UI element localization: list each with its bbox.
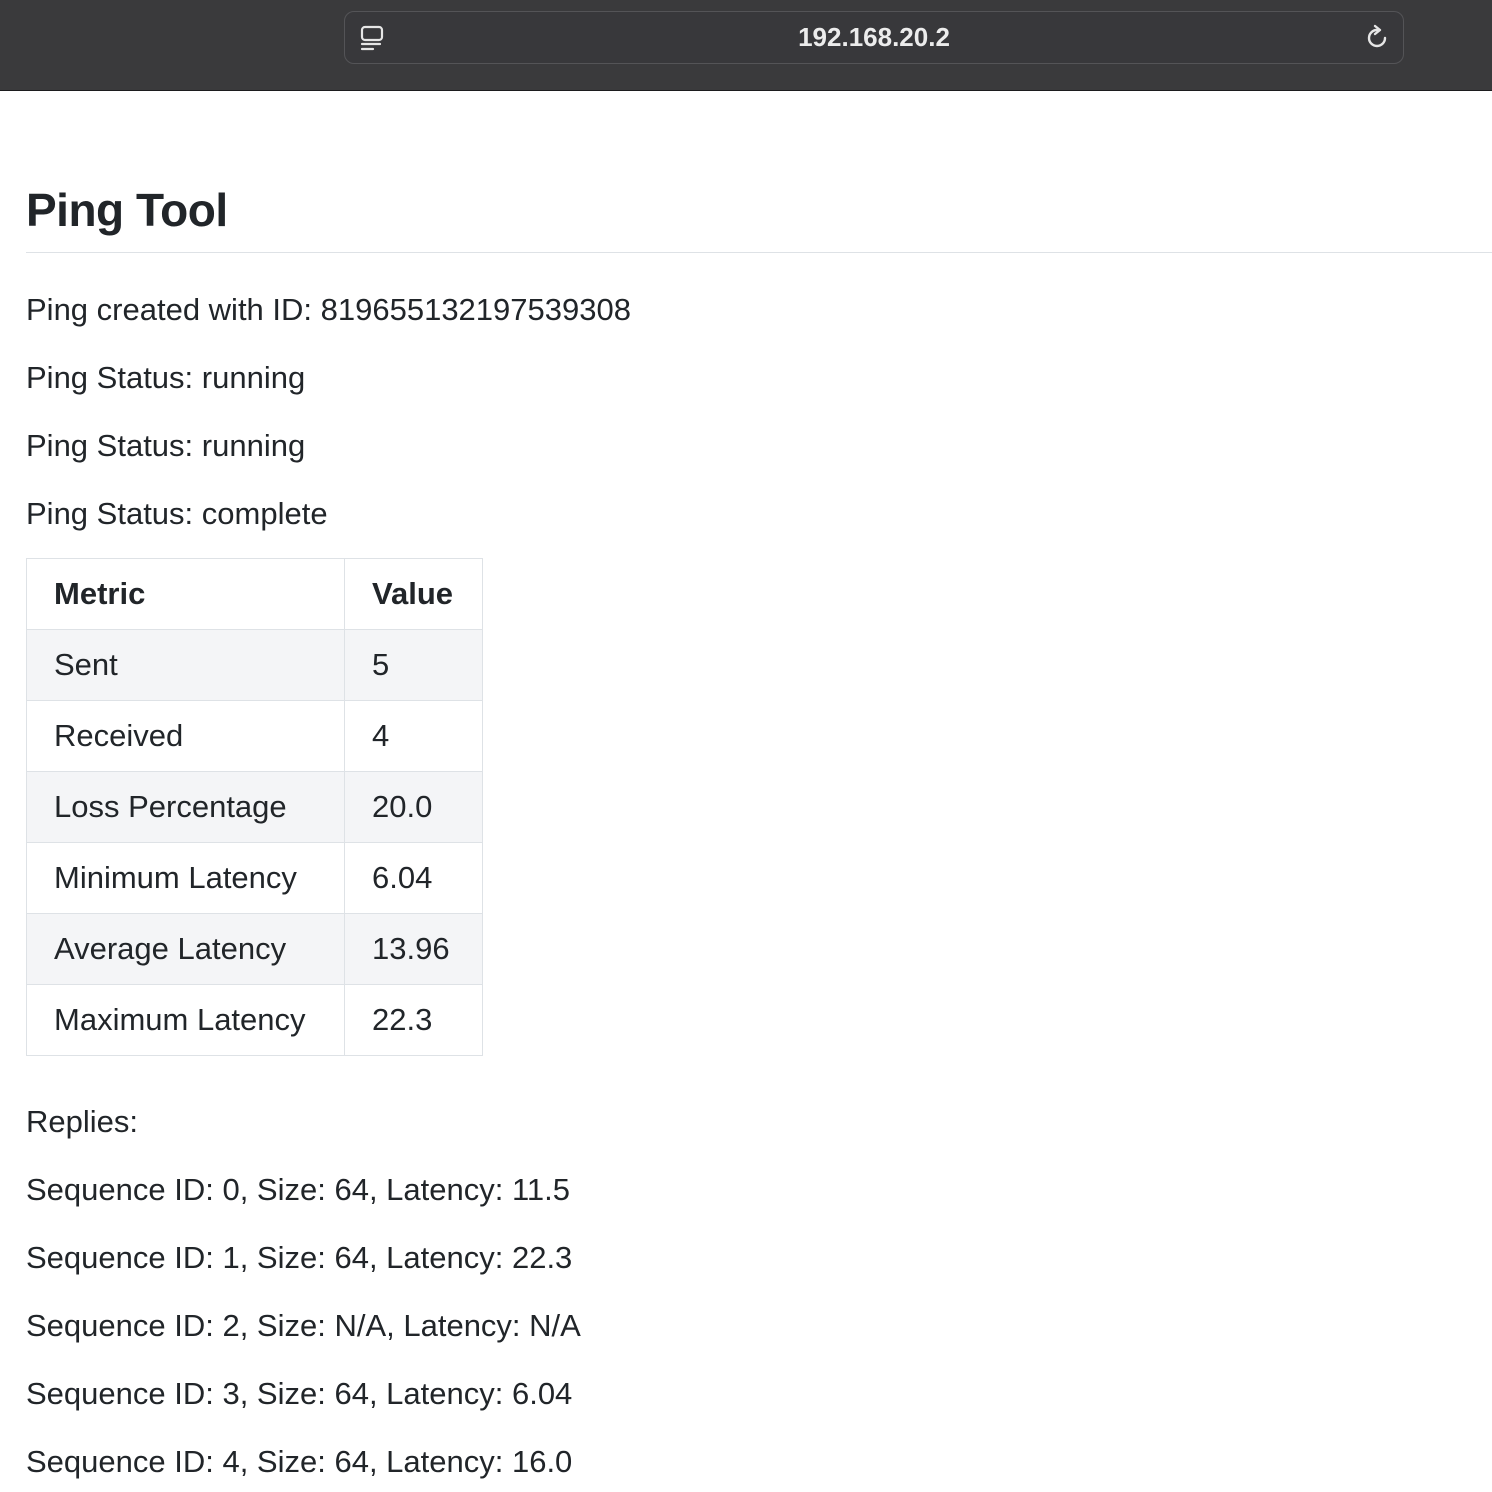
address-bar[interactable]: 192.168.20.2 <box>344 11 1404 64</box>
metric-cell: Maximum Latency <box>26 984 345 1056</box>
replies-label: Replies: <box>26 1104 138 1139</box>
column-header-metric: Metric <box>26 558 345 630</box>
table-row: Minimum Latency 6.04 <box>26 842 483 914</box>
metric-cell: Average Latency <box>26 913 345 985</box>
table-header-row: Metric Value <box>26 558 483 630</box>
metric-cell: Sent <box>26 629 345 701</box>
reply-line: Sequence ID: 4, Size: 64, Latency: 16.0 <box>26 1444 573 1479</box>
metric-cell: Loss Percentage <box>26 771 345 843</box>
column-header-value: Value <box>344 558 483 630</box>
ping-status-line: Ping Status: complete <box>26 496 328 531</box>
reply-line: Sequence ID: 0, Size: 64, Latency: 11.5 <box>26 1172 570 1207</box>
reply-line: Sequence ID: 3, Size: 64, Latency: 6.04 <box>26 1376 573 1411</box>
value-cell: 4 <box>344 700 483 772</box>
table-row: Loss Percentage 20.0 <box>26 771 483 843</box>
value-cell: 5 <box>344 629 483 701</box>
browser-toolbar: 192.168.20.2 <box>0 0 1492 91</box>
reply-line: Sequence ID: 1, Size: 64, Latency: 22.3 <box>26 1240 573 1275</box>
table-row: Received 4 <box>26 700 483 772</box>
metric-cell: Minimum Latency <box>26 842 345 914</box>
table-row: Sent 5 <box>26 629 483 701</box>
table-row: Average Latency 13.96 <box>26 913 483 985</box>
reload-icon[interactable] <box>1363 24 1391 52</box>
url-text[interactable]: 192.168.20.2 <box>345 12 1403 62</box>
reply-line: Sequence ID: 2, Size: N/A, Latency: N/A <box>26 1308 581 1343</box>
title-divider <box>26 252 1492 253</box>
table-row: Maximum Latency 22.3 <box>26 984 483 1056</box>
value-cell: 13.96 <box>344 913 483 985</box>
page-title: Ping Tool <box>26 184 228 236</box>
ping-status-line: Ping Status: running <box>26 360 306 395</box>
metrics-table: Metric Value Sent 5 Received 4 Loss Perc… <box>26 558 483 1056</box>
value-cell: 20.0 <box>344 771 483 843</box>
value-cell: 6.04 <box>344 842 483 914</box>
metric-cell: Received <box>26 700 345 772</box>
ping-created-text: Ping created with ID: 819655132197539308 <box>26 292 631 327</box>
ping-status-line: Ping Status: running <box>26 428 306 463</box>
value-cell: 22.3 <box>344 984 483 1056</box>
